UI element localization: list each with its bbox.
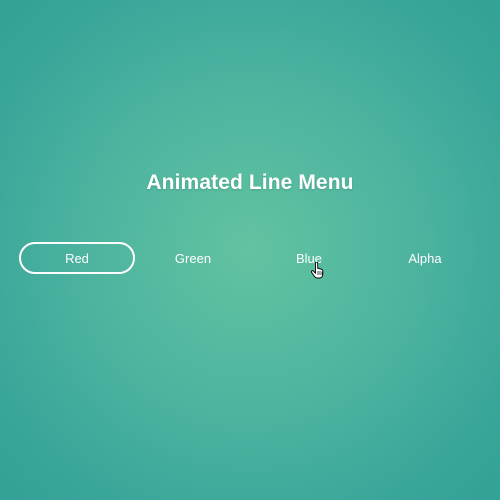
menu-item-green[interactable]: Green (135, 242, 251, 274)
menu-item-label: Red (65, 250, 89, 266)
menu-item-red[interactable]: Red (19, 242, 135, 274)
line-menu: Red Green Blue Alpha (19, 242, 483, 274)
menu-item-alpha[interactable]: Alpha (367, 242, 483, 274)
hand-pointer-icon (311, 262, 324, 279)
menu-item-blue[interactable]: Blue (251, 242, 367, 274)
menu-item-label: Green (174, 250, 212, 266)
menu-item-label: Alpha (408, 250, 442, 266)
page-title: Animated Line Menu (146, 171, 354, 194)
